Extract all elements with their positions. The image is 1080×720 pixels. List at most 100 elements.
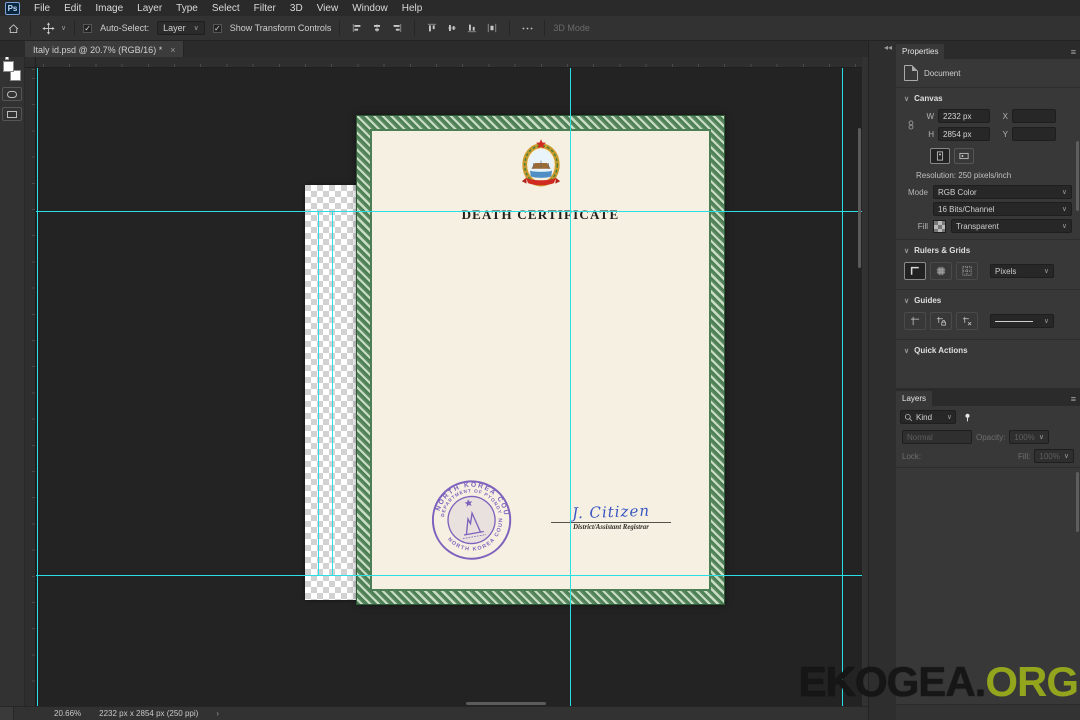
auto-select-dropdown[interactable]: Layer ∨ [157,21,205,35]
quick-actions-section-header[interactable]: ∨ Quick Actions [896,340,1080,359]
more-options-icon[interactable] [518,19,536,37]
toggle-guides-button[interactable] [904,312,926,330]
landscape-orientation-button[interactable] [954,148,974,164]
show-transform-checkbox[interactable]: ✓ [212,23,222,33]
clear-guides-button[interactable] [956,312,978,330]
tab-properties[interactable]: Properties [896,44,945,59]
status-info-chevron-icon[interactable]: › [216,709,219,718]
menu-view[interactable]: View [310,3,346,14]
lock-row: Lock: Fill: 100% ∨ [896,446,1080,468]
height-field[interactable]: 2854 px [938,127,990,141]
fill-label: Fill [917,221,928,231]
menu-filter[interactable]: Filter [247,3,283,14]
auto-select-checkbox[interactable]: ✓ [83,23,93,33]
blend-mode-row: Normal Opacity: 100% ∨ [896,428,1080,446]
color-picker-widget[interactable] [2,53,22,81]
guide-horizontal-top[interactable] [36,211,862,212]
guide-vertical-right[interactable] [842,68,843,706]
menu-select[interactable]: Select [205,3,247,14]
guide-segment-2[interactable] [332,211,333,575]
ruler-units-dropdown[interactable]: Pixels ∨ [990,264,1054,278]
menu-help[interactable]: Help [395,3,430,14]
foreground-color-swatch[interactable] [3,61,14,72]
quick-mask-button[interactable] [2,87,22,101]
toggle-pixel-grid-button[interactable] [956,262,978,280]
lock-guides-button[interactable] [930,312,952,330]
menu-file[interactable]: File [27,3,57,14]
width-label: W [926,111,934,121]
filter-pin-toggle[interactable] [960,410,975,424]
fill-swatch[interactable] [933,219,946,233]
align-right-icon[interactable] [388,19,406,37]
layer-filter-kind-dropdown[interactable]: Kind ∨ [900,410,956,424]
official-stamp: NORTH KOREA COUNCIL DEPARTMENT OF PYONGY… [419,467,521,573]
bit-depth-dropdown[interactable]: 16 Bits/Channel ∨ [933,202,1072,216]
align-middle-icon[interactable] [443,19,461,37]
align-bottom-icon[interactable] [463,19,481,37]
guide-segment-1[interactable] [318,211,319,575]
document-tab[interactable]: Italy id.psd @ 20.7% (RGB/16) * × [25,41,185,57]
blend-mode-dropdown[interactable]: Normal [902,430,972,444]
canvas-viewport[interactable]: DEATH CERTIFICATE NORTH KOREA COUNCIL DE… [36,68,862,706]
home-icon[interactable] [4,19,22,37]
guide-vertical-left[interactable] [37,68,38,706]
vertical-scrollbar[interactable] [858,128,861,268]
menu-image[interactable]: Image [88,3,130,14]
ekogea-watermark: EKOGEA.ORG [799,658,1079,706]
guide-horizontal-bottom[interactable] [36,575,862,576]
distribute-icon[interactable] [483,19,501,37]
menu-edit[interactable]: Edit [57,3,88,14]
move-tool-option-icon[interactable] [39,19,57,37]
link-dimensions-icon[interactable] [904,119,918,131]
guide-vertical-center[interactable] [570,68,571,706]
document-tab-bar: Italy id.psd @ 20.7% (RGB/16) * × [0,41,868,57]
layers-panel-menu-icon[interactable]: ≡ [1071,394,1076,406]
toggle-grid-button[interactable] [930,262,952,280]
tab-layers[interactable]: Layers [896,391,933,406]
chevron-down-icon: ∨ [1061,223,1067,230]
chevron-down-icon: ∨ [904,247,910,255]
certificate-document[interactable]: DEATH CERTIFICATE NORTH KOREA COUNCIL DE… [356,115,725,605]
canvas-section-header[interactable]: ∨ Canvas [896,88,1080,107]
properties-scrollbar[interactable] [1076,141,1079,211]
width-field[interactable]: 2232 px [938,109,990,123]
panel-tab-strip: Properties ≡ [896,41,1080,59]
menu-layer[interactable]: Layer [130,3,169,14]
chevron-down-icon: ∨ [904,95,910,103]
panel-menu-icon[interactable]: ≡ [1071,47,1076,59]
expand-panels-icon[interactable]: ◂◂ [884,41,892,54]
chevron-down-icon: ∨ [61,25,67,32]
horizontal-scrollbar[interactable] [466,702,546,705]
close-icon[interactable]: × [170,45,175,55]
screen-mode-button[interactable] [2,107,22,121]
menu-type[interactable]: Type [169,3,205,14]
color-mode-dropdown[interactable]: RGB Color ∨ [933,185,1072,199]
ruler-origin-corner[interactable] [25,57,36,68]
layers-scrollbar[interactable] [1076,472,1079,532]
properties-target-row: Document [896,59,1080,88]
opacity-field[interactable]: 100% ∨ [1009,430,1049,444]
zoom-level-field[interactable]: 20.66% [54,709,81,718]
align-center-icon[interactable] [368,19,386,37]
3d-mode-label: 3D Mode [553,23,590,33]
align-top-icon[interactable] [423,19,441,37]
fill-opacity-field[interactable]: 100% ∨ [1034,449,1074,463]
document-title: Italy id.psd @ 20.7% (RGB/16) * [33,45,163,55]
toggle-rulers-button[interactable] [904,262,926,280]
fill-dropdown[interactable]: Transparent ∨ [951,219,1072,233]
portrait-orientation-button[interactable] [930,148,950,164]
fill-opacity-label: Fill: [1017,451,1031,461]
options-bar: ∨ ✓ Auto-Select: Layer ∨ ✓ Show Transfor… [0,16,1080,41]
chevron-down-icon: ∨ [1043,268,1049,275]
rulers-grids-section-header[interactable]: ∨ Rulers & Grids [896,240,1080,259]
ruler-horizontal[interactable] [36,57,862,68]
layers-filter-row: Kind ∨ [896,406,1080,428]
menu-3d[interactable]: 3D [283,3,310,14]
certificate-inner-frame: DEATH CERTIFICATE NORTH KOREA COUNCIL DE… [370,129,711,591]
mode-label: Mode [907,187,928,197]
menu-window[interactable]: Window [345,3,395,14]
guides-section-header[interactable]: ∨ Guides [896,290,1080,309]
guide-style-dropdown[interactable]: ∨ [990,314,1054,328]
align-left-icon[interactable] [348,19,366,37]
ruler-vertical[interactable] [25,68,36,706]
